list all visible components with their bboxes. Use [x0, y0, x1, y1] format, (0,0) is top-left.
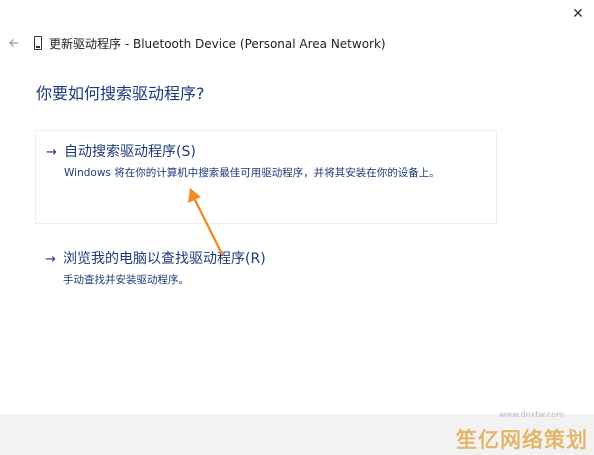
auto-search-description: Windows 将在你的计算机中搜索最佳可用驱动程序，并将其安装在你的设备上。 [64, 167, 440, 179]
arrow-right-icon: → [45, 252, 56, 267]
auto-search-title: 自动搜索驱动程序(S) [64, 144, 196, 160]
arrow-right-icon: → [46, 145, 57, 160]
update-driver-dialog: ✕ 更新驱动程序 - Bluetooth Device (Personal Ar… [0, 0, 594, 455]
close-button[interactable]: ✕ [566, 2, 590, 26]
window-title: 更新驱动程序 - Bluetooth Device (Personal Area… [49, 36, 386, 51]
device-icon [34, 36, 42, 50]
browse-computer-title: 浏览我的电脑以查找驱动程序(R) [63, 251, 266, 267]
title-bar: 更新驱动程序 - Bluetooth Device (Personal Area… [0, 28, 594, 58]
watermark-url: www.dnxtw.com [499, 410, 564, 419]
browse-computer-description: 手动查找并安装驱动程序。 [63, 274, 189, 286]
page-heading: 你要如何搜索驱动程序? [36, 84, 205, 103]
arrow-left-icon [9, 39, 18, 47]
auto-search-option[interactable]: → 自动搜索驱动程序(S) Windows 将在你的计算机中搜索最佳可用驱动程序… [35, 130, 497, 224]
back-button[interactable] [2, 31, 26, 55]
annotation-arrow-icon [188, 188, 224, 256]
browse-computer-option[interactable]: → 浏览我的电脑以查找驱动程序(R) 手动查找并安装驱动程序。 [35, 238, 497, 298]
close-icon: ✕ [572, 6, 584, 22]
watermark-text: 笙亿网络策划 [456, 428, 588, 452]
